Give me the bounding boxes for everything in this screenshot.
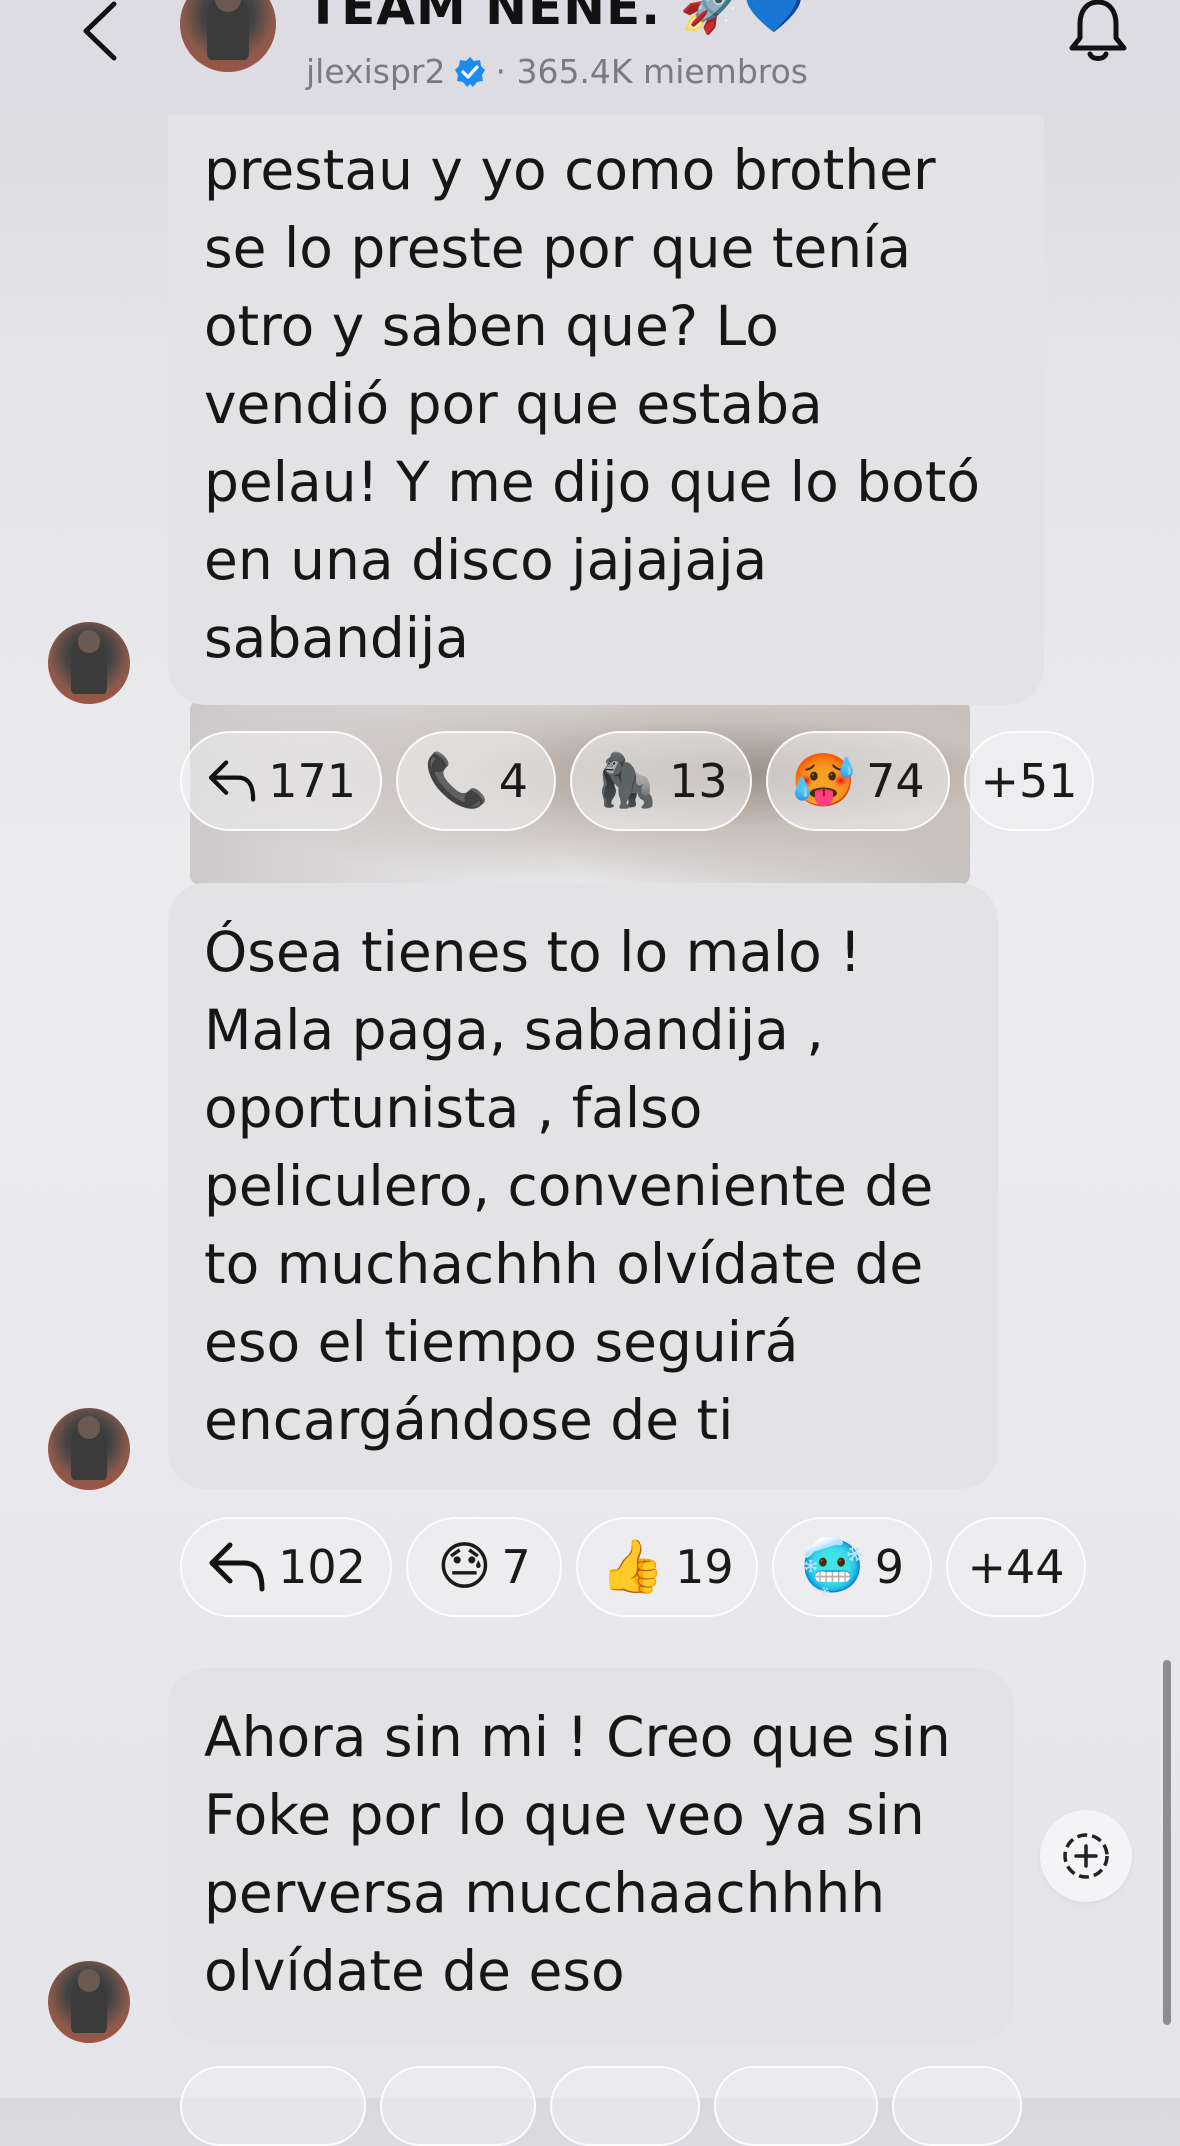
thumbs-up-emoji-icon: 👍: [600, 1537, 666, 1597]
message-line: Ahora sin mi ! Creo que sin: [204, 1705, 951, 1769]
reaction-bar-partial: [180, 2066, 1022, 2146]
reaction-chip[interactable]: 🥶 9: [772, 1517, 932, 1617]
reaction-chip[interactable]: [714, 2066, 878, 2146]
reaction-chip[interactable]: 👍 19: [576, 1517, 758, 1617]
reaction-chip[interactable]: 🦍 13: [570, 731, 752, 831]
message-line: vendió por que estaba: [204, 372, 823, 436]
channel-subtitle: jlexispr2 · 365.4K miembros: [306, 52, 808, 91]
message-line: en una disco jajajaja: [204, 528, 768, 592]
reaction-chip[interactable]: 📞 4: [396, 731, 556, 831]
add-circle-icon: [1063, 1833, 1109, 1879]
reaction-chip[interactable]: 😓 7: [406, 1517, 562, 1617]
reaction-count: 4: [498, 754, 529, 808]
message-line: Mala paga, sabandija ,: [204, 998, 824, 1062]
verified-badge-icon: [455, 56, 486, 87]
reaction-chip[interactable]: [380, 2066, 536, 2146]
message-line: Ósea tienes to lo malo !: [204, 920, 862, 984]
reaction-count: 9: [874, 1540, 905, 1594]
more-reactions-count: +51: [980, 754, 1078, 808]
reaction-count: 13: [669, 754, 728, 808]
message-line: perversa mucchaachhhh: [204, 1861, 886, 1925]
message-bubble[interactable]: Ahora sin mi ! Creo que sin Foke por lo …: [168, 1668, 1014, 2042]
reaction-chip[interactable]: [550, 2066, 700, 2146]
compose-button[interactable]: [1040, 1810, 1132, 1902]
reply-icon: [209, 1542, 265, 1592]
message-line: peliculero, conveniente de: [204, 1154, 934, 1218]
message-line: otro y saben que? Lo: [204, 294, 779, 358]
chevron-left-icon: [83, 1, 117, 61]
channel-header: TEAM NENE. 🚀💙 jlexispr2 · 365.4K miembro…: [0, 0, 1180, 115]
reaction-count: 171: [268, 754, 356, 808]
message-line: encargándose de ti: [204, 1388, 734, 1452]
reaction-bar: 171 📞 4 🦍 13 🥵 74 +51: [180, 731, 1094, 831]
gorilla-emoji-icon: 🦍: [594, 751, 660, 811]
back-button[interactable]: [70, 0, 130, 66]
hot-face-emoji-icon: 🥵: [791, 751, 857, 811]
reply-count-chip[interactable]: 102: [180, 1517, 392, 1617]
message-line: Foke por lo que veo ya sin: [204, 1783, 925, 1847]
message-line: olvídate de eso: [204, 1939, 625, 2003]
reaction-chip[interactable]: 🥵 74: [766, 731, 950, 831]
reaction-bar: 102 😓 7 👍 19 🥶 9 +44: [180, 1517, 1086, 1617]
member-count: · 365.4K miembros: [495, 52, 808, 91]
scrollbar[interactable]: [1163, 1660, 1171, 2025]
message-line: oportunista , falso: [204, 1076, 703, 1140]
sender-avatar[interactable]: [48, 1961, 130, 2043]
more-reactions-count: +44: [967, 1540, 1065, 1594]
reply-count-chip[interactable]: 171: [180, 731, 382, 831]
channel-title[interactable]: TEAM NENE. 🚀💙: [306, 0, 806, 37]
message-line: eso el tiempo seguirá: [204, 1310, 799, 1374]
sender-avatar[interactable]: [48, 622, 130, 704]
more-reactions-chip[interactable]: +51: [964, 731, 1094, 831]
more-reactions-chip[interactable]: [892, 2066, 1022, 2146]
reaction-count: 74: [866, 754, 925, 808]
message-line: prestau y yo como brother: [204, 138, 936, 202]
more-reactions-chip[interactable]: +44: [946, 1517, 1086, 1617]
reaction-count: 7: [501, 1540, 531, 1594]
reaction-count: 102: [278, 1540, 366, 1594]
reply-count-chip[interactable]: [180, 2066, 366, 2146]
message-line: se lo preste por que tenía: [204, 216, 912, 280]
reply-icon: [208, 760, 256, 802]
channel-handle: jlexispr2: [306, 52, 446, 91]
channel-avatar[interactable]: [180, 0, 276, 72]
sweat-face-emoji-icon: 😓: [437, 1537, 492, 1597]
message-line: pelau! Y me dijo que lo botó: [204, 450, 980, 514]
reaction-count: 19: [675, 1540, 734, 1594]
sender-avatar[interactable]: [48, 1408, 130, 1490]
notifications-button[interactable]: [1066, 0, 1130, 66]
message-bubble[interactable]: Ósea tienes to lo malo ! Mala paga, saba…: [168, 883, 998, 1489]
message-bubble[interactable]: prestau y yo como brother se lo preste p…: [168, 115, 1044, 705]
phone-emoji-icon: 📞: [423, 751, 489, 811]
cold-face-emoji-icon: 🥶: [799, 1537, 865, 1597]
bell-icon: [1069, 0, 1127, 61]
message-line: sabandija: [204, 606, 470, 670]
message-line: to muchachhh olvídate de: [204, 1232, 924, 1296]
